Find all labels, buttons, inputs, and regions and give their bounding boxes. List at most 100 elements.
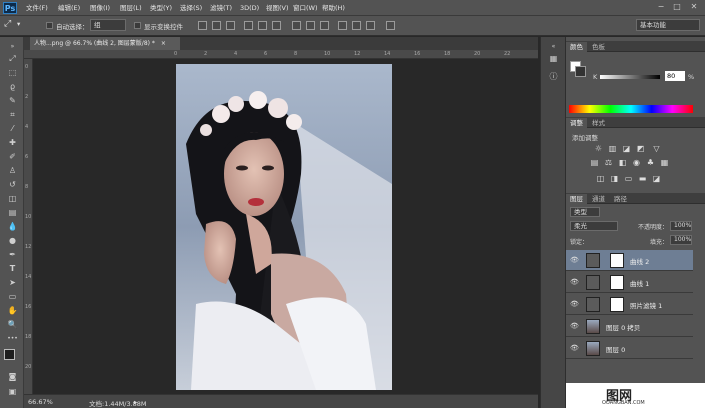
minimize-button[interactable]: − xyxy=(655,2,667,12)
dropdown-arrow-icon[interactable]: ▾ xyxy=(17,20,20,28)
marquee-tool-icon[interactable]: ⬚ xyxy=(6,67,19,78)
distribute-bottom-icon[interactable] xyxy=(320,21,329,30)
exposure-icon[interactable]: ◩ xyxy=(636,144,645,153)
tab-swatches[interactable]: 色板 xyxy=(588,42,609,52)
screen-mode-icon[interactable]: ▣ xyxy=(6,386,19,397)
color-lookup-icon[interactable]: ▦ xyxy=(660,158,669,167)
menu-help[interactable]: 帮助(H) xyxy=(322,3,345,13)
align-vcenter-icon[interactable] xyxy=(212,21,221,30)
hand-tool-icon[interactable]: ✋ xyxy=(6,305,19,316)
collapse-icon[interactable]: » xyxy=(6,41,19,52)
distribute-right-icon[interactable] xyxy=(366,21,375,30)
gradient-tool-icon[interactable]: ▤ xyxy=(6,207,19,218)
tab-adjustments[interactable]: 调整 xyxy=(566,118,587,128)
ruler-horizontal[interactable]: 0 2 4 6 8 10 12 14 16 18 20 22 xyxy=(24,50,538,59)
path-select-icon[interactable]: ➤ xyxy=(6,277,19,288)
blur-tool-icon[interactable]: 💧 xyxy=(6,221,19,232)
lasso-tool-icon[interactable]: ϱ xyxy=(6,81,19,92)
hue-sat-icon[interactable]: ▤ xyxy=(590,158,599,167)
show-transform-checkbox[interactable] xyxy=(134,22,141,29)
menu-select[interactable]: 选择(S) xyxy=(180,3,202,13)
channel-mixer-icon[interactable]: ♣ xyxy=(646,158,655,167)
layer-row[interactable]: 👁 曲线 2 xyxy=(566,250,693,271)
menu-type[interactable]: 类型(Y) xyxy=(150,3,172,13)
info-panel-icon[interactable]: ⓘ xyxy=(547,71,560,82)
blend-mode-dropdown[interactable]: 柔光 xyxy=(570,221,618,231)
clone-stamp-icon[interactable]: ♙ xyxy=(6,165,19,176)
distribute-left-icon[interactable] xyxy=(338,21,347,30)
k-value-input[interactable]: 80 xyxy=(665,71,685,81)
threshold-icon[interactable]: ▭ xyxy=(624,174,633,183)
move-tool-icon[interactable]: ⤢ xyxy=(6,53,19,64)
layer-row[interactable]: 👁 曲线 1 xyxy=(566,272,693,293)
tab-color[interactable]: 颜色 xyxy=(566,42,587,52)
layer-row[interactable]: 👁 照片滤镜 1 xyxy=(566,294,693,315)
black-white-icon[interactable]: ◧ xyxy=(618,158,627,167)
menu-file[interactable]: 文件(F) xyxy=(26,3,48,13)
collapse-panels-icon[interactable]: « xyxy=(547,41,560,52)
distribute-vcenter-icon[interactable] xyxy=(306,21,315,30)
brush-tool-icon[interactable]: ✐ xyxy=(6,151,19,162)
invert-icon[interactable]: ◫ xyxy=(596,174,605,183)
eraser-tool-icon[interactable]: ◫ xyxy=(6,193,19,204)
workspace-dropdown[interactable]: 基本功能 xyxy=(636,19,700,31)
vibrance-icon[interactable]: ▽ xyxy=(652,144,661,153)
auto-select-checkbox[interactable] xyxy=(46,22,53,29)
menu-layer[interactable]: 图层(L) xyxy=(120,3,142,13)
eye-icon[interactable]: 👁 xyxy=(570,256,579,264)
tab-layers[interactable]: 图层 xyxy=(566,194,587,204)
menu-filter[interactable]: 滤镜(T) xyxy=(210,3,232,13)
align-left-icon[interactable] xyxy=(244,21,253,30)
close-tab-icon[interactable]: × xyxy=(161,40,166,47)
opacity-input[interactable]: 100% xyxy=(670,221,692,231)
foreground-color-swatch[interactable] xyxy=(4,349,15,360)
maximize-button[interactable]: □ xyxy=(671,2,683,12)
eye-icon[interactable]: 👁 xyxy=(570,278,579,286)
menu-3d[interactable]: 3D(D) xyxy=(240,3,259,13)
layer-row[interactable]: 👁 图层 0 xyxy=(566,338,693,359)
healing-brush-icon[interactable]: ✚ xyxy=(6,137,19,148)
document-image[interactable] xyxy=(176,64,392,390)
eye-icon[interactable]: 👁 xyxy=(570,300,579,308)
align-top-icon[interactable] xyxy=(198,21,207,30)
layer-row[interactable]: 👁 图层 0 拷贝 xyxy=(566,316,693,337)
zoom-level[interactable]: 66.67% xyxy=(28,398,53,406)
photo-filter-icon[interactable]: ◉ xyxy=(632,158,641,167)
tab-styles[interactable]: 样式 xyxy=(588,118,609,128)
k-slider[interactable] xyxy=(600,75,660,79)
align-right-icon[interactable] xyxy=(272,21,281,30)
bg-swatch[interactable] xyxy=(575,66,586,77)
menu-window[interactable]: 窗口(W) xyxy=(293,3,318,13)
selective-color-icon[interactable]: ◪ xyxy=(652,174,661,183)
auto-align-icon[interactable] xyxy=(386,21,395,30)
color-spectrum[interactable] xyxy=(569,105,693,113)
eyedropper-tool-icon[interactable]: ⁄ xyxy=(6,123,19,134)
layer-kind-filter[interactable]: 类型 xyxy=(570,207,600,217)
tab-channels[interactable]: 通道 xyxy=(588,194,609,204)
tab-paths[interactable]: 路径 xyxy=(610,194,631,204)
eye-icon[interactable]: 👁 xyxy=(570,344,579,352)
levels-icon[interactable]: ▥ xyxy=(608,144,617,153)
menu-edit[interactable]: 编辑(E) xyxy=(58,3,80,13)
fill-input[interactable]: 100% xyxy=(670,235,692,245)
menu-view[interactable]: 视图(V) xyxy=(266,3,289,13)
ruler-vertical[interactable]: 0 2 4 6 8 10 12 14 16 18 20 xyxy=(24,59,33,394)
distribute-top-icon[interactable] xyxy=(292,21,301,30)
type-tool-icon[interactable]: T xyxy=(6,263,19,274)
brightness-icon[interactable]: ☼ xyxy=(594,144,603,153)
auto-select-dropdown[interactable]: 组 xyxy=(90,19,126,31)
zoom-tool-icon[interactable]: 🔍 xyxy=(6,319,19,330)
eye-icon[interactable]: 👁 xyxy=(570,322,579,330)
shape-tool-icon[interactable]: ▭ xyxy=(6,291,19,302)
close-window-button[interactable]: ✕ xyxy=(688,2,700,12)
curves-icon[interactable]: ◪ xyxy=(622,144,631,153)
move-tool-icon[interactable]: ⤢ xyxy=(4,19,11,29)
status-arrow-icon[interactable]: ▸ xyxy=(134,398,137,406)
pen-tool-icon[interactable]: ✒ xyxy=(6,249,19,260)
color-balance-icon[interactable]: ⚖ xyxy=(604,158,613,167)
dodge-tool-icon[interactable]: ● xyxy=(6,235,19,246)
crop-tool-icon[interactable]: ⌗ xyxy=(6,109,19,120)
quick-select-tool-icon[interactable]: ✎ xyxy=(6,95,19,106)
quick-mask-icon[interactable]: ◙ xyxy=(6,371,19,382)
distribute-hcenter-icon[interactable] xyxy=(352,21,361,30)
